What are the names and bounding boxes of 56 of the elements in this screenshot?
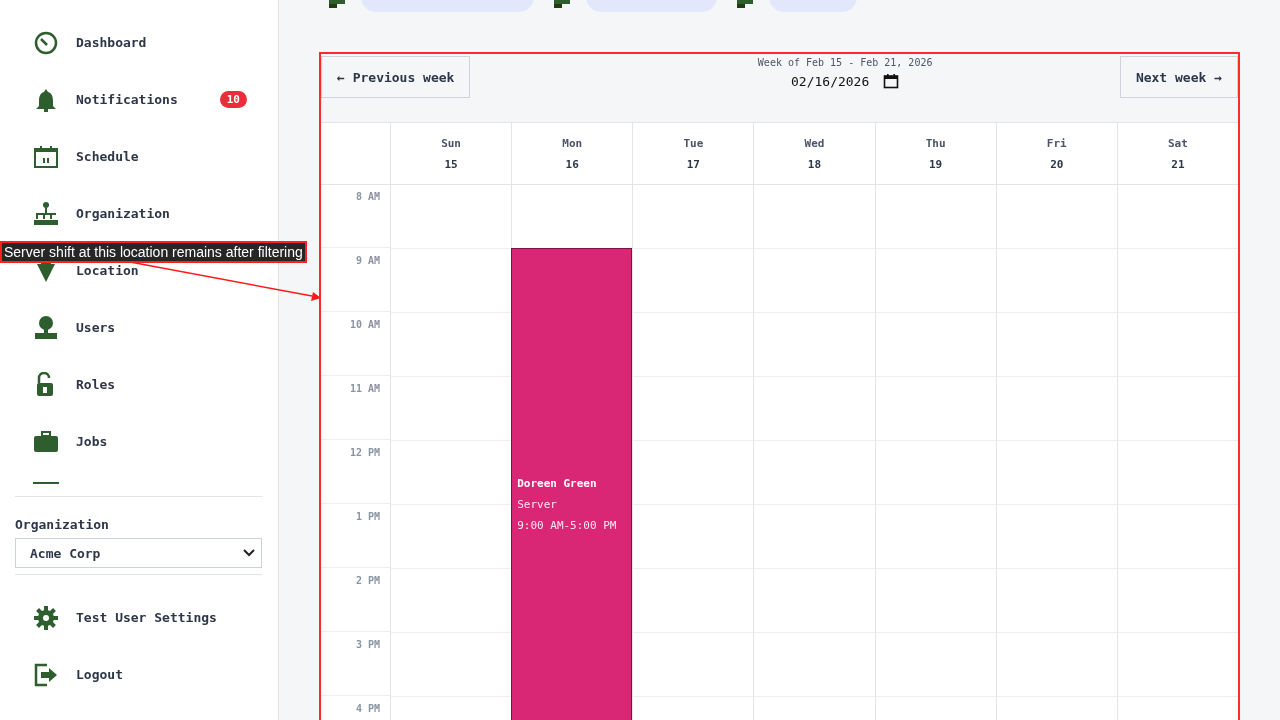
nav-item[interactable]: Roles xyxy=(15,356,262,413)
nav-item[interactable]: Notifications 10 xyxy=(15,71,262,128)
organization-label: Organization xyxy=(15,516,110,534)
day-name: Fri xyxy=(1046,136,1067,150)
time-label: 11 AM xyxy=(349,383,380,396)
calendar-icon xyxy=(883,73,900,89)
shift-time: 9:00 AM-5:00 PM xyxy=(517,519,618,532)
time-label: 1 PM xyxy=(355,511,380,524)
shift-role: Server xyxy=(517,498,558,511)
day-date: 20 xyxy=(1050,157,1064,171)
day-date: 16 xyxy=(565,157,579,171)
shift-block[interactable]: Doreen Green Server 9:00 AM-5:00 PM xyxy=(511,248,633,720)
nav-item[interactable]: Users xyxy=(15,299,262,356)
nav-item[interactable]: Organization xyxy=(15,185,262,242)
user-icon xyxy=(33,314,59,341)
day-name: Sat xyxy=(1168,136,1188,150)
filter-icon xyxy=(554,0,570,8)
day-name: Mon xyxy=(562,136,583,150)
organization-select[interactable]: Acme Corp xyxy=(15,538,262,568)
week-range-label: Week of Feb 15 - Feb 21, 2026 xyxy=(757,57,933,68)
day-date: 19 xyxy=(929,157,943,171)
filter-icon xyxy=(329,0,345,8)
day-date: 21 xyxy=(1171,157,1185,171)
filter-icon xyxy=(737,0,753,8)
briefcase-icon xyxy=(33,428,59,455)
notification-badge: 10 xyxy=(219,91,247,108)
day-name: Tue xyxy=(683,136,704,150)
time-label: 3 PM xyxy=(355,639,380,652)
day-name: Sun xyxy=(441,136,461,150)
time-label: 2 PM xyxy=(355,575,380,588)
time-label: 12 PM xyxy=(349,447,380,460)
date-field[interactable]: 02/16/2026 xyxy=(791,73,900,89)
time-label: 9 AM xyxy=(355,255,380,268)
time-label: 10 AM xyxy=(349,319,380,332)
nav-item[interactable]: Schedule xyxy=(15,128,262,185)
nav-item[interactable]: Dashboard xyxy=(15,14,262,71)
day-date: 18 xyxy=(807,157,822,171)
day-date: 17 xyxy=(686,157,700,171)
next-week-button[interactable]: Next week → xyxy=(1119,56,1238,98)
time-label: 4 PM xyxy=(355,703,380,716)
nav-item[interactable]: Jobs xyxy=(15,413,262,470)
previous-week-button[interactable]: ← Previous week xyxy=(321,56,471,98)
gauge-icon xyxy=(33,29,59,56)
calendar-icon xyxy=(33,143,59,170)
settings-icon xyxy=(33,604,59,631)
time-label: 8 AM xyxy=(355,191,380,204)
annotation-tooltip: Server shift at this location remains after filtering xyxy=(0,241,307,263)
day-date: 15 xyxy=(444,157,458,171)
nav-item[interactable]: Logout xyxy=(15,646,262,703)
chevron-down-icon xyxy=(243,549,255,557)
day-name: Wed xyxy=(804,136,825,150)
nav-item[interactable]: Test User Settings xyxy=(15,589,262,646)
shift-employee-name: Doreen Green xyxy=(517,477,598,490)
org-chart-icon xyxy=(33,200,59,227)
day-name: Thu xyxy=(925,136,946,150)
logout-icon xyxy=(33,661,59,688)
